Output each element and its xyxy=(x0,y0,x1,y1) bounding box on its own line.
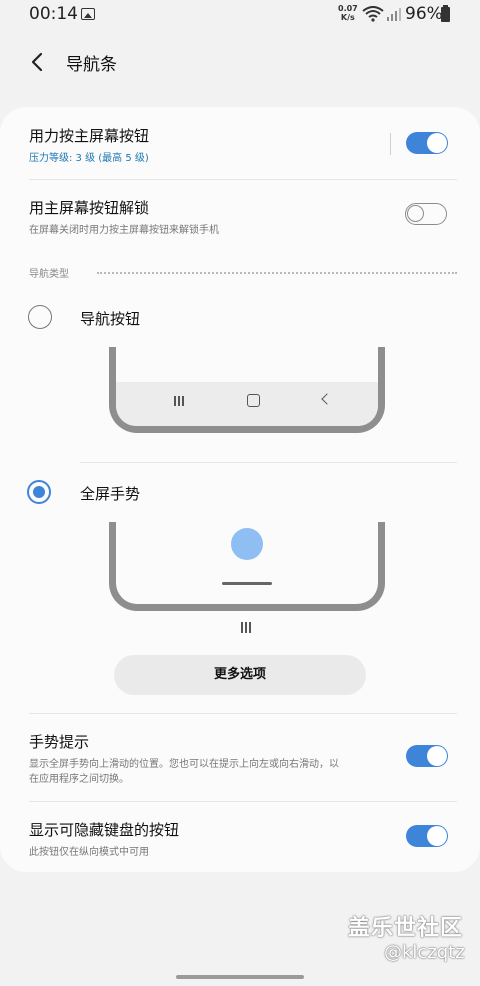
more-options-button[interactable]: 更多选项 xyxy=(114,655,366,695)
row-separator xyxy=(390,133,391,155)
page-title: 导航条 xyxy=(66,55,117,75)
watermark-title: 盖乐世社区 xyxy=(348,916,464,941)
image-notification-icon xyxy=(81,8,95,20)
gesture-hint-subtitle-line1: 显示全屏手势向上滑动的位置。您也可以在提示上向左或向右滑动，以 xyxy=(29,759,339,770)
header: 导航条 xyxy=(0,40,480,84)
status-time: 00:14 xyxy=(29,4,78,24)
status-bar: 00:14 0.07 K/s 96% xyxy=(0,0,480,30)
divider xyxy=(80,462,457,463)
press-home-title: 用力按主屏幕按钮 xyxy=(29,127,150,145)
divider xyxy=(29,713,457,714)
network-speed-value: 0.07 xyxy=(338,4,358,13)
keyboard-button-title: 显示可隐藏键盘的按钮 xyxy=(29,821,180,839)
gesture-touch-indicator xyxy=(231,528,263,560)
nav-type-section-label: 导航类型 xyxy=(29,269,69,280)
nav-buttons-label[interactable]: 导航按钮 xyxy=(80,308,140,329)
network-speed-unit: K/s xyxy=(340,13,355,22)
back-arrow-icon[interactable] xyxy=(26,50,50,74)
watermark-handle: @klczqtz xyxy=(384,942,465,963)
keyboard-button-toggle[interactable] xyxy=(406,825,448,847)
gestures-label[interactable]: 全屏手势 xyxy=(80,483,140,504)
press-home-toggle[interactable] xyxy=(406,132,448,154)
back-icon xyxy=(321,393,333,405)
toggle-knob xyxy=(407,205,424,222)
toggle-knob xyxy=(427,826,447,846)
divider xyxy=(29,801,457,802)
home-icon xyxy=(247,394,260,407)
unlock-home-title: 用主屏幕按钮解锁 xyxy=(29,199,150,217)
home-indicator[interactable] xyxy=(176,975,304,979)
gesture-hint-subtitle-line2: 在应用程序之间切换。 xyxy=(29,774,129,785)
gesture-hint-toggle[interactable] xyxy=(406,745,448,767)
toggle-knob xyxy=(427,133,447,153)
gestures-radio[interactable] xyxy=(27,480,51,504)
press-home-subtitle: 压力等级: 3 级 (最高 5 级) xyxy=(29,153,149,164)
nav-buttons-radio[interactable] xyxy=(28,305,52,329)
signal-icon xyxy=(387,8,401,21)
wifi-icon xyxy=(362,6,384,22)
unlock-home-subtitle: 在屏幕关闭时用力按主屏幕按钮来解锁手机 xyxy=(29,225,219,236)
unlock-home-toggle[interactable] xyxy=(405,203,447,225)
recent-apps-icon xyxy=(174,396,186,406)
preview-navbar xyxy=(116,382,378,426)
keyboard-button-subtitle: 此按钮仅在纵向模式中可用 xyxy=(29,847,149,858)
network-speed: 0.07 K/s xyxy=(338,4,358,22)
gesture-hint-icon xyxy=(241,622,253,633)
gesture-hint-title: 手势提示 xyxy=(29,733,90,751)
battery-percent: 96% xyxy=(405,4,443,24)
battery-icon xyxy=(441,5,450,22)
divider xyxy=(29,179,457,180)
nav-buttons-preview[interactable] xyxy=(109,347,385,433)
toggle-knob xyxy=(427,746,447,766)
gesture-bar xyxy=(222,582,272,585)
section-divider xyxy=(97,272,457,274)
